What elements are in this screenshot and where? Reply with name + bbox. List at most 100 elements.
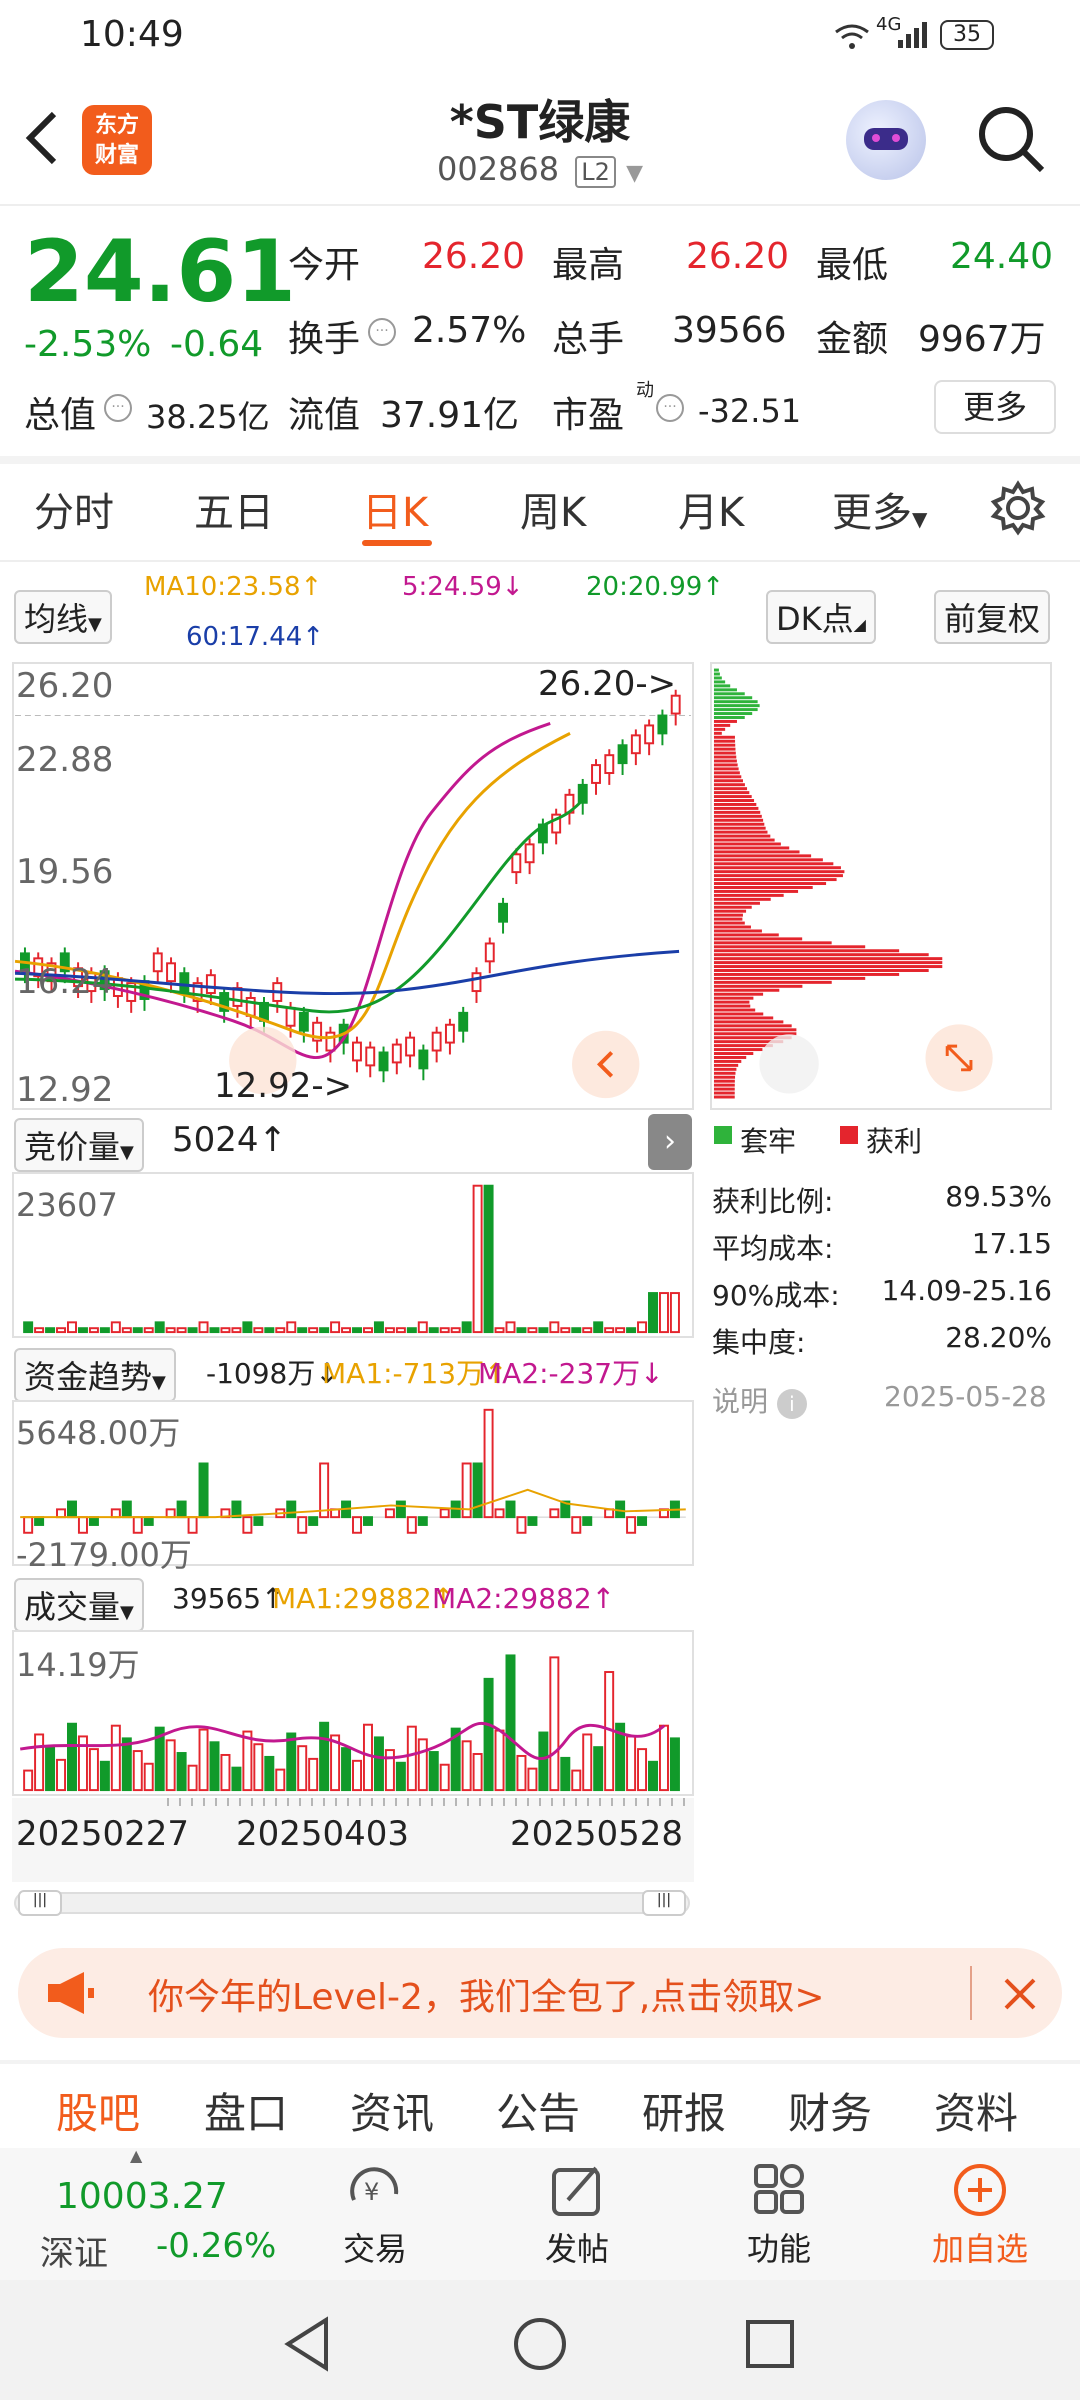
change-value: -0.64 bbox=[170, 324, 264, 365]
legend-trap-swatch bbox=[714, 1126, 732, 1144]
nav-back-icon[interactable] bbox=[282, 2316, 332, 2372]
dk-point-button[interactable]: DK点◢ bbox=[766, 590, 876, 644]
bar bbox=[648, 1292, 659, 1334]
volume-selector[interactable]: 成交量▼ bbox=[14, 1578, 144, 1632]
tab-announcements[interactable]: 公告 bbox=[496, 2080, 580, 2141]
high-value: 26.20 bbox=[686, 236, 790, 277]
chip-bar bbox=[713, 996, 754, 1000]
chevron-right-icon[interactable]: › bbox=[648, 1114, 692, 1170]
explain-link[interactable]: 说明 i bbox=[712, 1380, 807, 1420]
chip-bar bbox=[713, 976, 866, 980]
bar bbox=[308, 1327, 319, 1334]
nav-home-icon[interactable] bbox=[512, 2316, 568, 2372]
tab-weekly-k[interactable]: 周K bbox=[520, 480, 586, 538]
range-handle-left[interactable]: ||| bbox=[18, 1890, 62, 1916]
chip-bar bbox=[713, 1087, 735, 1091]
bar bbox=[637, 1321, 648, 1334]
bar bbox=[483, 1677, 494, 1792]
tab-intraday[interactable]: 分时 bbox=[34, 480, 114, 538]
bar bbox=[615, 1327, 626, 1334]
amount-label: 金额 bbox=[816, 319, 889, 360]
chip-arrow-button[interactable] bbox=[759, 1034, 819, 1094]
kline-chart[interactable] bbox=[12, 662, 694, 1110]
tab-five-day[interactable]: 五日 bbox=[194, 480, 274, 538]
range-handle-right[interactable]: ||| bbox=[642, 1890, 686, 1916]
post-label: 发帖 bbox=[544, 2230, 609, 2268]
bar bbox=[88, 1748, 99, 1792]
chip-bar bbox=[713, 708, 758, 712]
bar bbox=[549, 1508, 560, 1519]
fund-chip-label: 资金趋势 bbox=[24, 1358, 153, 1396]
bar bbox=[538, 1731, 549, 1792]
promo-banner[interactable]: 你今年的Level-2，我们全包了,点击领取> bbox=[18, 1948, 1062, 2038]
chip-bar bbox=[713, 886, 813, 889]
bar bbox=[373, 1321, 384, 1334]
chip-bar bbox=[713, 929, 762, 933]
info-icon[interactable]: ··· bbox=[368, 318, 396, 346]
candle-body bbox=[498, 902, 509, 923]
tab-more[interactable]: 更多▼ bbox=[832, 480, 927, 538]
gear-icon[interactable] bbox=[990, 480, 1046, 536]
ma-selector[interactable]: 均线▼ bbox=[14, 590, 112, 644]
bar bbox=[505, 1321, 516, 1334]
candle-body bbox=[617, 744, 628, 765]
assistant-avatar[interactable] bbox=[846, 100, 926, 180]
trade-button[interactable]: ¥ 交易 bbox=[320, 2148, 430, 2280]
bar bbox=[406, 1327, 417, 1334]
chip-distribution-chart[interactable] bbox=[710, 662, 1052, 1110]
bar bbox=[461, 1740, 472, 1792]
bar bbox=[330, 1321, 341, 1334]
add-watchlist-button[interactable]: 加自选 bbox=[912, 2148, 1048, 2280]
chip-bar bbox=[713, 684, 731, 688]
tab-monthly-k[interactable]: 月K bbox=[678, 480, 744, 538]
svg-text:¥: ¥ bbox=[364, 2178, 379, 2206]
legend-trap: 套牢 bbox=[740, 1125, 797, 1158]
bar bbox=[286, 1500, 297, 1519]
nav-recents-icon[interactable] bbox=[744, 2318, 796, 2370]
tab-research[interactable]: 研报 bbox=[642, 2080, 726, 2141]
bar bbox=[571, 1769, 582, 1792]
high-label: 最高 bbox=[552, 245, 625, 286]
info-icon[interactable]: ··· bbox=[104, 394, 132, 422]
prev-button[interactable] bbox=[572, 1030, 640, 1099]
tab-daily-k[interactable]: 日K bbox=[362, 480, 428, 538]
more-button[interactable]: 更多 bbox=[934, 380, 1056, 434]
index-ticker[interactable]: ▲ 10003.27 深证 -0.26% bbox=[0, 2146, 290, 2280]
chip-bar bbox=[713, 992, 764, 996]
trade-label: 交易 bbox=[342, 2230, 407, 2268]
chevron-down-icon: ▼ bbox=[626, 161, 644, 186]
chip-bar bbox=[713, 1071, 736, 1075]
post-button[interactable]: 发帖 bbox=[522, 2148, 632, 2280]
adjust-button[interactable]: 前复权 bbox=[934, 590, 1051, 644]
tab-guba[interactable]: 股吧 bbox=[56, 2080, 140, 2141]
tab-news[interactable]: 资讯 bbox=[350, 2080, 434, 2141]
close-icon[interactable] bbox=[1000, 1974, 1040, 2014]
bar bbox=[187, 1764, 198, 1792]
functions-button[interactable]: 功能 bbox=[724, 2148, 834, 2280]
bar bbox=[34, 1327, 45, 1334]
volume-label: 总手 bbox=[552, 319, 625, 360]
auction-selector[interactable]: 竞价量▼ bbox=[14, 1118, 144, 1172]
search-icon[interactable] bbox=[976, 104, 1048, 176]
chip-bar bbox=[713, 897, 771, 901]
tab-pankou[interactable]: 盘口 bbox=[204, 2080, 288, 2141]
battery-icon: 35 bbox=[940, 20, 994, 50]
chip-bar bbox=[713, 676, 722, 680]
float-value: 37.91亿 bbox=[380, 395, 520, 436]
candle-body bbox=[524, 843, 535, 864]
chip-bar bbox=[713, 716, 745, 719]
tab-finance[interactable]: 财务 bbox=[788, 2080, 872, 2141]
bar bbox=[308, 1757, 319, 1792]
range-scrollbar[interactable]: ||| ||| bbox=[14, 1890, 690, 1916]
info-icon[interactable]: ··· bbox=[656, 394, 684, 422]
bar bbox=[384, 1508, 395, 1519]
bar bbox=[231, 1327, 242, 1334]
chip-bar bbox=[713, 949, 900, 953]
ma60-value: 60:17.44↑ bbox=[186, 622, 325, 652]
tab-profile[interactable]: 资料 bbox=[934, 2080, 1018, 2141]
bar bbox=[341, 1747, 352, 1792]
candle-body bbox=[511, 853, 522, 874]
chip-bar bbox=[713, 680, 726, 684]
fund-selector[interactable]: 资金趋势▼ bbox=[14, 1348, 176, 1402]
legend-profit: 获利 bbox=[866, 1125, 923, 1158]
